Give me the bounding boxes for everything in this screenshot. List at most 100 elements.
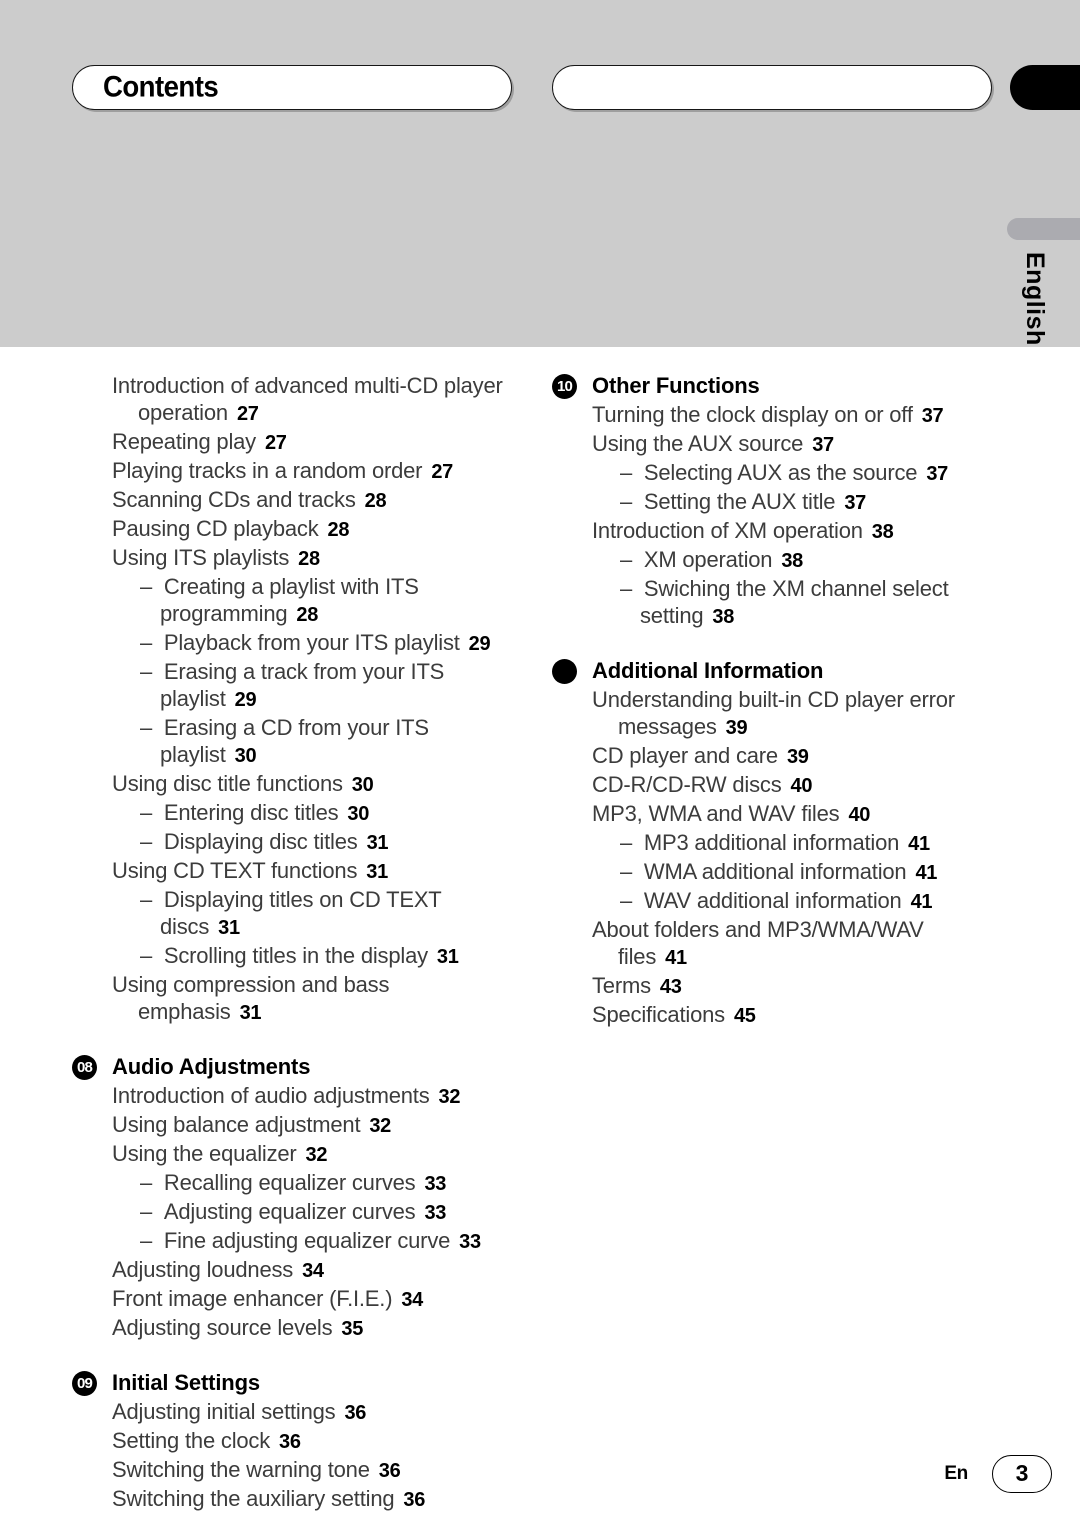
toc-entry-body: Specifications 45 [592, 1001, 992, 1030]
toc-entry-label: Erasing a CD from your ITS playlist [160, 715, 429, 767]
toc-entry-page-number: 40 [790, 775, 813, 797]
toc-entry[interactable]: Understanding built-in CD player error m… [552, 686, 992, 742]
toc-entry[interactable]: – Erasing a CD from your ITS playlist 30 [72, 714, 512, 770]
toc-entry-page-number: 37 [926, 463, 948, 485]
toc-entry[interactable]: Using compression and bass emphasis 31 [72, 971, 512, 1027]
toc-entry[interactable]: Terms 43 [552, 972, 992, 1001]
toc-entry[interactable]: Repeating play 27 [72, 428, 512, 457]
toc-entry-label: Creating a playlist with ITS programming [160, 574, 419, 626]
toc-entry[interactable]: – Selecting AUX as the source 37 [552, 459, 992, 488]
toc-entry-page-number: 38 [781, 550, 803, 572]
toc-entry-page-number: 32 [369, 1115, 392, 1137]
toc-entry[interactable]: – Adjusting equalizer curves 33 [72, 1198, 512, 1227]
toc-entry-page-number: 37 [812, 434, 834, 456]
header-secondary-pill [552, 65, 992, 110]
toc-entry[interactable]: Specifications 45 [552, 1001, 992, 1030]
toc-entry-body: – MP3 additional information 41 [620, 829, 992, 858]
toc-entry-body: – Scrolling titles in the display 31 [140, 942, 512, 971]
toc-entry-label: Recalling equalizer curves [163, 1170, 416, 1195]
toc-entry-label: About folders and MP3/WMA/WAV files [592, 917, 924, 969]
toc-entry[interactable]: – Recalling equalizer curves 33 [72, 1169, 512, 1198]
toc-entry-label: Adjusting source levels [112, 1315, 333, 1340]
toc-entry-body: – Erasing a CD from your ITS playlist 30 [140, 714, 512, 770]
toc-entry-body: Scanning CDs and tracks 28 [112, 486, 512, 515]
toc-entry-body: Using the AUX source 37 [592, 430, 992, 459]
toc-entry-label: Pausing CD playback [112, 516, 319, 541]
toc-entry-page-number: 28 [296, 604, 319, 626]
toc-entry-label: Introduction of advanced multi-CD player… [112, 373, 503, 425]
toc-entry[interactable]: – Swiching the XM channel select setting… [552, 575, 992, 631]
toc-entry-label: Scrolling titles in the display [163, 943, 428, 968]
toc-entry[interactable]: – Displaying titles on CD TEXT discs 31 [72, 886, 512, 942]
toc-entry-page-number: 29 [468, 633, 491, 655]
toc-entry[interactable]: Playing tracks in a random order 27 [72, 457, 512, 486]
page-title: Contents [103, 70, 228, 104]
section-heading-label: Initial Settings [112, 1370, 260, 1395]
toc-entry-body: CD player and care 39 [592, 742, 992, 771]
dash-icon: – [620, 576, 644, 601]
toc-entry-page-number: 43 [659, 976, 682, 998]
toc-entry[interactable]: Pausing CD playback 28 [72, 515, 512, 544]
dash-icon: – [140, 574, 164, 599]
toc-entry-page-number: 30 [347, 803, 370, 825]
toc-entry-body: Introduction of audio adjustments 32 [112, 1082, 512, 1111]
dash-icon: – [140, 943, 164, 968]
toc-entry-body: Adjusting loudness 34 [112, 1256, 512, 1285]
toc-column-right: 10 Other Functions Turning the clock displ… [552, 372, 992, 1030]
toc-entry-page-number: 39 [786, 746, 809, 768]
toc-entry[interactable]: Setting the clock 36 [72, 1427, 512, 1456]
toc-entry-body: Using the equalizer 32 [112, 1140, 512, 1169]
toc-entry-body: Using disc title functions 30 [112, 770, 512, 799]
language-accent-bar [1007, 218, 1080, 240]
toc-entry[interactable]: Turning the clock display on or off 37 [552, 401, 992, 430]
toc-entry[interactable]: – Erasing a track from your ITS playlist… [72, 658, 512, 714]
toc-entry[interactable]: Introduction of advanced multi-CD player… [72, 372, 512, 428]
toc-entry-page-number: 32 [305, 1144, 328, 1166]
toc-entry-label: WMA additional information [643, 859, 907, 884]
toc-entry[interactable]: MP3, WMA and WAV files 40 [552, 800, 992, 829]
toc-entry[interactable]: – Entering disc titles 30 [72, 799, 512, 828]
toc-entry-label: Adjusting initial settings [112, 1399, 336, 1424]
toc-entry[interactable]: Front image enhancer (F.I.E.) 34 [72, 1285, 512, 1314]
toc-entry[interactable]: Introduction of audio adjustments 32 [72, 1082, 512, 1111]
toc-entry[interactable]: Using ITS playlists 28 [72, 544, 512, 573]
toc-entry[interactable]: – Playback from your ITS playlist 29 [72, 629, 512, 658]
toc-entry[interactable]: Using balance adjustment 32 [72, 1111, 512, 1140]
toc-entry[interactable]: Scanning CDs and tracks 28 [72, 486, 512, 515]
toc-entry-page-number: 45 [733, 1005, 756, 1027]
toc-entry[interactable]: Adjusting source levels 35 [72, 1314, 512, 1343]
toc-entry-body: Pausing CD playback 28 [112, 515, 512, 544]
toc-entry[interactable]: Using the AUX source 37 [552, 430, 992, 459]
toc-entry-page-number: 27 [236, 403, 259, 425]
toc-entry[interactable]: Adjusting initial settings 36 [72, 1398, 512, 1427]
dash-icon: – [140, 630, 164, 655]
section-heading-label: Other Functions [592, 373, 760, 398]
toc-section-audio-adjustments: 08 Audio Adjustments Introduction of audio… [72, 1053, 512, 1343]
toc-entry[interactable]: – Fine adjusting equalizer curve 33 [72, 1227, 512, 1256]
toc-entry[interactable]: CD player and care 39 [552, 742, 992, 771]
toc-entry[interactable]: CD-R/CD-RW discs 40 [552, 771, 992, 800]
toc-entry[interactable]: About folders and MP3/WMA/WAV files 41 [552, 916, 992, 972]
dash-icon: – [140, 887, 164, 912]
toc-entry[interactable]: Introduction of XM operation 38 [552, 517, 992, 546]
toc-entry[interactable]: Using disc title functions 30 [72, 770, 512, 799]
toc-entry[interactable]: Using the equalizer 32 [72, 1140, 512, 1169]
toc-entry[interactable]: Using CD TEXT functions 31 [72, 857, 512, 886]
toc-entry-page-number: 36 [344, 1402, 367, 1424]
toc-entry-body: – Erasing a track from your ITS playlist… [140, 658, 512, 714]
toc-entry-label: Setting the clock [112, 1428, 271, 1453]
toc-entry[interactable]: – MP3 additional information 41 [552, 829, 992, 858]
toc-entry-label: Selecting AUX as the source [643, 460, 918, 485]
toc-entry-label: XM operation [643, 547, 773, 572]
language-tab-label: English [1021, 252, 1049, 346]
toc-entry[interactable]: – Creating a playlist with ITS programmi… [72, 573, 512, 629]
toc-entry[interactable]: – Setting the AUX title 37 [552, 488, 992, 517]
toc-entry-label: Using CD TEXT functions [112, 858, 358, 883]
toc-entry[interactable]: – Scrolling titles in the display 31 [72, 942, 512, 971]
toc-entry[interactable]: – Displaying disc titles 31 [72, 828, 512, 857]
toc-entry[interactable]: – WMA additional information 41 [552, 858, 992, 887]
toc-entry[interactable]: – XM operation 38 [552, 546, 992, 575]
toc-entry[interactable]: – WAV additional information 41 [552, 887, 992, 916]
toc-entry[interactable]: Adjusting loudness 34 [72, 1256, 512, 1285]
toc-entry-label: Introduction of audio adjustments [112, 1083, 430, 1108]
